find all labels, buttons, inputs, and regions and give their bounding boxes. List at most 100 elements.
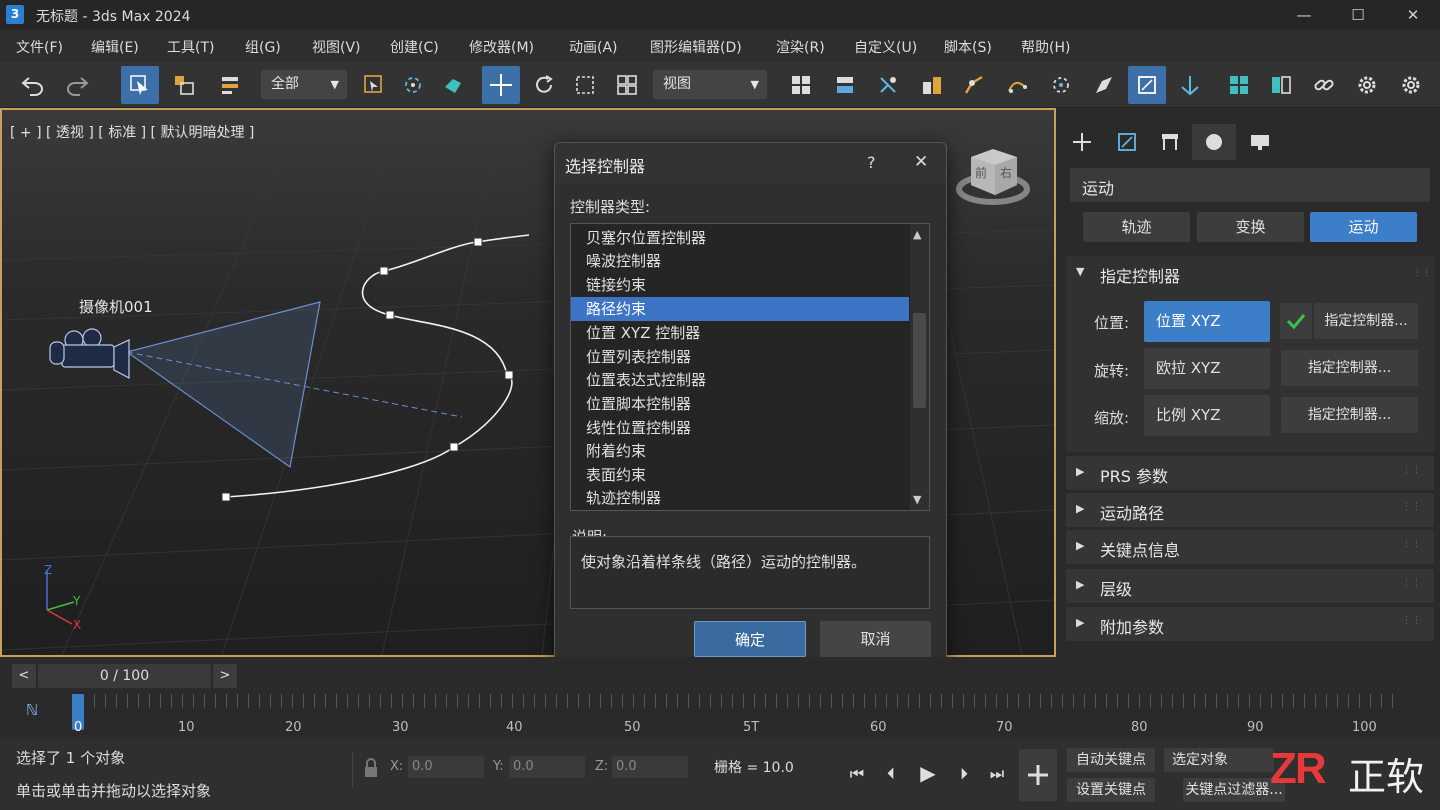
go-to-end-icon[interactable]: ⏭ <box>983 764 1011 784</box>
rollout-grip[interactable]: ⋮⋮ <box>1413 268 1431 278</box>
list-item[interactable]: 位置表达式控制器 <box>571 368 909 392</box>
menu-scripting[interactable]: 脚本(S) <box>944 37 992 57</box>
assign-controller-button[interactable]: 指定控制器... <box>1314 303 1418 339</box>
list-item[interactable]: 线性位置控制器 <box>571 416 909 440</box>
viewcube[interactable] <box>955 145 1035 207</box>
scale-track[interactable]: 比例 XYZ <box>1144 395 1270 436</box>
list-item-selected[interactable]: 路径约束 <box>571 297 909 321</box>
menu-view[interactable]: 视图(V) <box>312 37 361 57</box>
y-coordinate-field[interactable]: 0.0 <box>509 756 585 778</box>
render-production-icon[interactable] <box>1171 66 1209 104</box>
scene-explorer-icon[interactable] <box>1262 66 1300 104</box>
go-to-start-icon[interactable]: ⏮ <box>843 764 871 784</box>
z-coordinate-field[interactable]: 0.0 <box>612 756 688 778</box>
rotate-icon[interactable] <box>525 66 563 104</box>
redo-icon[interactable] <box>58 66 96 104</box>
position-track[interactable]: 位置 XYZ <box>1144 301 1270 342</box>
dialog-close-icon[interactable]: ✕ <box>914 152 928 172</box>
render-setup-icon[interactable] <box>1085 66 1123 104</box>
move-icon[interactable] <box>482 66 520 104</box>
close-window-button[interactable]: ✕ <box>1390 0 1436 30</box>
play-icon[interactable]: ▶ <box>914 761 942 785</box>
rollout-motion-path[interactable]: ▶ 运动路径 ⋮⋮ <box>1066 493 1434 527</box>
x-coordinate-field[interactable]: 0.0 <box>408 756 484 778</box>
menu-customize[interactable]: 自定义(U) <box>854 37 917 57</box>
list-item[interactable]: 位置脚本控制器 <box>571 392 909 416</box>
minimize-button[interactable]: — <box>1281 0 1327 30</box>
add-key-plus-icon[interactable] <box>1019 749 1057 801</box>
next-key-icon[interactable]: ⏵ <box>950 764 978 784</box>
scale-icon[interactable] <box>566 66 604 104</box>
menu-animation[interactable]: 动画(A) <box>569 37 618 57</box>
display-tab-icon[interactable] <box>1238 124 1282 160</box>
settings-gear-icon[interactable] <box>1348 66 1386 104</box>
hierarchy-tab-icon[interactable] <box>1148 124 1192 160</box>
rollout-key-info[interactable]: ▶ 关键点信息 ⋮⋮ <box>1066 530 1434 564</box>
lock-icon[interactable] <box>362 757 380 783</box>
viewport-label[interactable]: [ + ] [ 透视 ] [ 标准 ] [ 默认明暗处理 ] <box>10 122 254 142</box>
list-item[interactable]: 噪波控制器 <box>571 249 909 273</box>
scroll-down-icon[interactable]: ▼ <box>913 493 921 506</box>
menu-rendering[interactable]: 渲染(R) <box>776 37 825 57</box>
menu-edit[interactable]: 编辑(E) <box>91 37 139 57</box>
menu-help[interactable]: 帮助(H) <box>1021 37 1070 57</box>
checkmark-icon[interactable] <box>1280 303 1312 339</box>
place-icon[interactable] <box>434 66 472 104</box>
menu-tools[interactable]: 工具(T) <box>167 37 214 57</box>
rollout-hierarchy[interactable]: ▶ 层级 ⋮⋮ <box>1066 569 1434 603</box>
schematic-view-icon[interactable] <box>998 66 1036 104</box>
snaps-toggle-icon[interactable] <box>869 66 907 104</box>
layer-explorer-icon[interactable] <box>1220 66 1258 104</box>
list-item[interactable]: 位置 XYZ 控制器 <box>571 321 909 345</box>
curve-editor-mini-icon[interactable]: ℕ <box>26 701 38 719</box>
prev-frame-button[interactable]: < <box>12 664 36 688</box>
motion-tab-icon[interactable] <box>1192 124 1236 160</box>
rollout-extra-params[interactable]: ▶ 附加参数 ⋮⋮ <box>1066 607 1434 641</box>
list-item[interactable]: 链接约束 <box>571 273 909 297</box>
app-icon[interactable]: 3 <box>6 5 24 24</box>
material-editor-icon[interactable] <box>1042 66 1080 104</box>
key-mode-dropdown[interactable]: 选定对象 <box>1164 748 1274 772</box>
tab-trajectory[interactable]: 轨迹 <box>1083 212 1190 242</box>
undo-icon[interactable] <box>14 66 52 104</box>
rect-selection-region-icon[interactable] <box>211 66 249 104</box>
list-item[interactable]: 表面约束 <box>571 463 909 487</box>
viewcube-front-face[interactable]: 前 <box>975 164 987 181</box>
assign-controller-title[interactable]: 指定控制器 <box>1100 263 1180 287</box>
set-key-button[interactable]: 设置关键点 <box>1067 778 1155 802</box>
scroll-thumb[interactable] <box>913 313 926 408</box>
pivot-center-icon[interactable] <box>782 66 820 104</box>
align-icon[interactable] <box>826 66 864 104</box>
cancel-button[interactable]: 取消 <box>820 621 931 657</box>
menu-modifiers[interactable]: 修改器(M) <box>469 37 534 57</box>
select-object-icon[interactable] <box>121 66 159 104</box>
rotation-track[interactable]: 欧拉 XYZ <box>1144 348 1270 389</box>
scroll-up-icon[interactable]: ▲ <box>913 228 921 241</box>
select-by-name-icon[interactable] <box>165 66 203 104</box>
gear-icon[interactable] <box>1392 66 1430 104</box>
menu-create[interactable]: 创建(C) <box>390 37 439 57</box>
maximize-button[interactable]: ☐ <box>1335 0 1381 30</box>
auto-key-button[interactable]: 自动关键点 <box>1067 748 1155 772</box>
list-item[interactable]: 位置列表控制器 <box>571 345 909 369</box>
modify-tab-icon[interactable] <box>1105 124 1149 160</box>
curve-editor-icon[interactable] <box>955 66 993 104</box>
crosshair-icon[interactable] <box>394 66 432 104</box>
list-item[interactable]: 轨迹控制器 <box>571 486 909 510</box>
select-move-icon[interactable] <box>355 66 393 104</box>
menu-group[interactable]: 组(G) <box>245 37 281 57</box>
list-item[interactable]: 贝塞尔位置控制器 <box>571 226 909 250</box>
rendered-frame-icon[interactable] <box>1128 66 1166 104</box>
link-icon[interactable] <box>1305 66 1343 104</box>
create-tab-plus-icon[interactable] <box>1060 124 1104 160</box>
next-frame-button[interactable]: > <box>213 664 237 688</box>
tab-transform[interactable]: 变换 <box>1197 212 1304 242</box>
ok-button[interactable]: 确定 <box>694 621 806 657</box>
viewcube-right-face[interactable]: 右 <box>1000 164 1012 181</box>
help-icon[interactable]: ? <box>867 153 876 172</box>
track-bar-ticks[interactable] <box>72 694 1402 708</box>
previous-key-icon[interactable]: ⏴ <box>877 764 905 784</box>
tab-motion[interactable]: 运动 <box>1310 212 1417 242</box>
list-item[interactable]: 附着约束 <box>571 439 909 463</box>
selection-filter-dropdown[interactable]: 全部 ▼ <box>261 70 347 99</box>
